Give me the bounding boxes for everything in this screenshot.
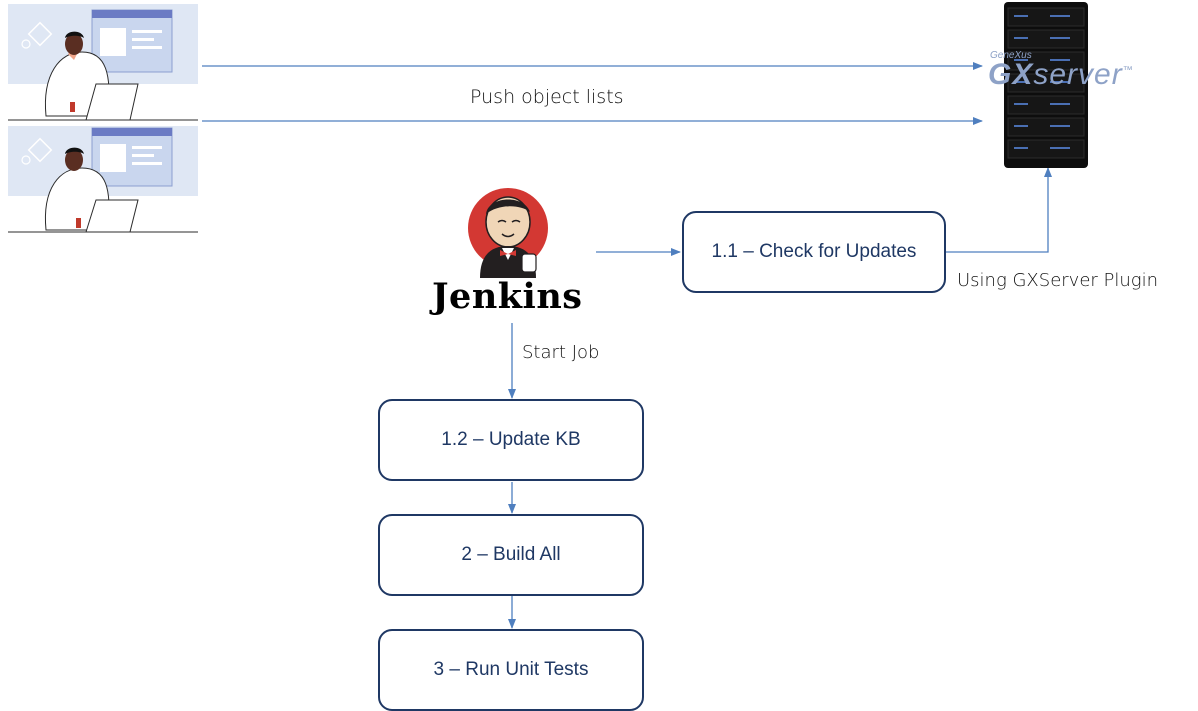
jenkins-butler-icon xyxy=(468,188,548,278)
gxserver-plugin-label: Using GXServer Plugin xyxy=(957,270,1158,291)
jenkins-wordmark: Jenkins xyxy=(432,276,583,317)
gxserver-trademark: ™ xyxy=(1122,65,1134,76)
push-object-lists-label: Push object lists xyxy=(470,86,624,108)
start-job-label: Start Job xyxy=(522,342,600,363)
check-updates-step: 1.1 – Check for Updates xyxy=(682,211,946,293)
check-to-server-arrow xyxy=(946,167,1052,253)
gxserver-logo: GXserver™ xyxy=(988,58,1134,92)
developer-illustration-1 xyxy=(8,4,198,121)
update-kb-label: 1.2 – Update KB xyxy=(441,429,581,450)
gxserver-logo-prefix: GX xyxy=(988,58,1034,91)
build-all-step: 2 – Build All xyxy=(378,514,644,596)
update-kb-step: 1.2 – Update KB xyxy=(378,399,644,481)
build-all-label: 2 – Build All xyxy=(461,544,561,565)
gxserver-logo-suffix: server xyxy=(1033,58,1123,91)
run-unit-tests-label: 3 – Run Unit Tests xyxy=(433,659,589,680)
check-updates-label: 1.1 – Check for Updates xyxy=(711,241,917,262)
run-unit-tests-step: 3 – Run Unit Tests xyxy=(378,629,644,711)
developer-illustration-2 xyxy=(8,126,198,233)
